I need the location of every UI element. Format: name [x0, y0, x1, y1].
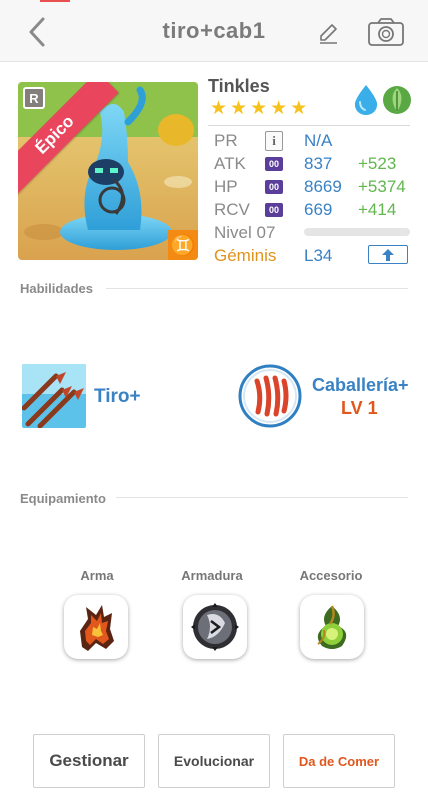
- zodiac-sign-label: Géminis: [214, 246, 277, 265]
- skills-section-header: Habilidades: [20, 281, 93, 296]
- star-icon: ★: [250, 98, 268, 119]
- page-title: tiro+cab1: [162, 18, 266, 43]
- monster-portrait[interactable]: R Épico ♊: [18, 82, 198, 260]
- stat-badge-icon: 00: [265, 157, 283, 171]
- zodiac-icon: ♊: [168, 230, 198, 260]
- star-icon: ★: [270, 98, 288, 119]
- accessory-slot[interactable]: [300, 595, 364, 659]
- pencil-icon: [320, 24, 337, 44]
- weapon-slot-label: Arma: [80, 568, 114, 583]
- section-divider: [106, 288, 408, 289]
- leader-skill-level: LV 1: [341, 398, 378, 418]
- active-skill-icon[interactable]: [22, 364, 86, 428]
- shield-armor-icon: [191, 603, 239, 651]
- stat-value: 669: [304, 200, 333, 219]
- star-icon: ★: [210, 98, 228, 119]
- level-up-button[interactable]: [368, 245, 408, 264]
- green-gem-accessory-icon: [317, 605, 347, 649]
- rarity-r-badge: R: [23, 87, 45, 109]
- stat-label: ATK: [214, 154, 246, 173]
- arrow-up-icon: [382, 248, 394, 261]
- stat-bonus: +5374: [358, 177, 406, 196]
- section-divider: [116, 497, 408, 498]
- stat-value: N/A: [304, 131, 333, 150]
- star-rating: ★ ★ ★ ★ ★: [210, 99, 307, 118]
- leaf-icon: [383, 86, 411, 114]
- stat-bonus: +523: [358, 154, 397, 173]
- water-drop-icon: [354, 85, 378, 115]
- stat-value: 837: [304, 154, 333, 173]
- claw-marks-icon: [238, 364, 302, 428]
- weapon-slot[interactable]: [64, 595, 128, 659]
- star-icon: ★: [230, 98, 248, 119]
- camera-icon: [368, 18, 404, 46]
- element-icons: [352, 83, 412, 115]
- flame-weapon-icon: [80, 605, 114, 651]
- active-skill-name[interactable]: Tiro+: [94, 386, 141, 408]
- armor-slot-label: Armadura: [181, 568, 243, 583]
- armor-slot[interactable]: [183, 595, 247, 659]
- camera-button[interactable]: [366, 16, 406, 48]
- monster-name: Tinkles: [208, 76, 270, 96]
- star-icon: ★: [290, 98, 308, 119]
- triple-arrow-icon: [22, 364, 86, 428]
- leader-skill-name[interactable]: Caballería+: [312, 375, 409, 396]
- stat-label: PR: [214, 131, 238, 150]
- stat-bonus: +414: [358, 200, 397, 219]
- evolve-button[interactable]: Evolucionar: [158, 734, 270, 788]
- equipment-section-header: Equipamiento: [20, 491, 106, 506]
- stat-value: 8669: [304, 177, 342, 196]
- stat-badge-icon: 00: [265, 203, 283, 217]
- feed-button[interactable]: Da de Comer: [283, 734, 395, 788]
- level-label: Nivel 07: [214, 223, 276, 242]
- top-accent-line: [40, 0, 70, 2]
- edit-button[interactable]: [316, 20, 342, 46]
- stat-label: HP: [214, 177, 238, 196]
- stat-label: RCV: [214, 200, 250, 219]
- xp-progress-bar: [304, 228, 410, 236]
- accessory-slot-label: Accesorio: [299, 568, 363, 583]
- leader-skill-icon[interactable]: [238, 364, 302, 428]
- top-bar: tiro+cab1: [0, 0, 428, 62]
- stat-badge-icon: 00: [265, 180, 283, 194]
- monster-level-value: L34: [304, 246, 333, 265]
- manage-button[interactable]: Gestionar: [33, 734, 145, 788]
- stats-divider: [208, 125, 410, 126]
- info-icon[interactable]: i: [265, 131, 283, 151]
